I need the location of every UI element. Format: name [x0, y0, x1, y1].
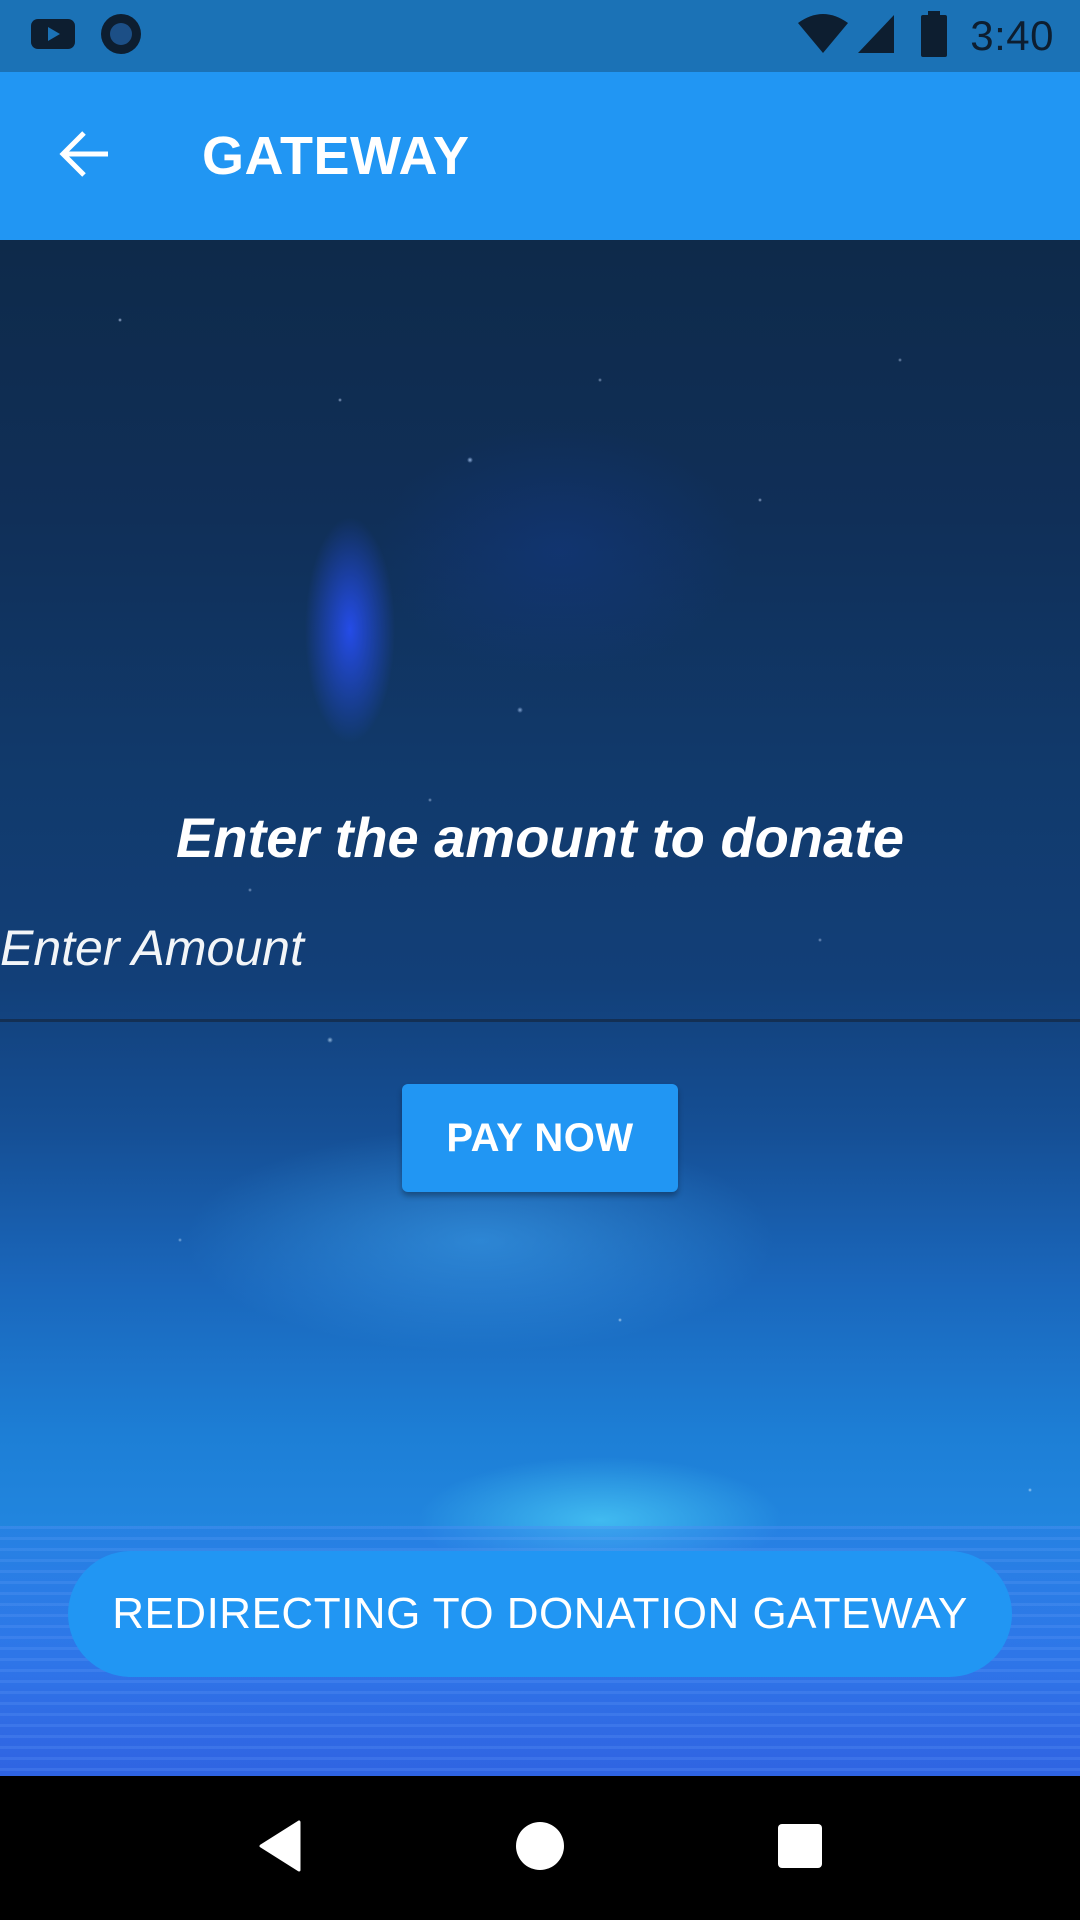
- wifi-icon: [796, 13, 850, 60]
- home-circle-icon: [515, 1821, 565, 1876]
- status-bar: 3:40: [0, 0, 1080, 72]
- redirect-toast: REDIRECTING TO DONATION GATEWAY: [68, 1551, 1012, 1677]
- pay-now-button[interactable]: PAY NOW: [402, 1084, 678, 1192]
- amount-input[interactable]: [0, 900, 1080, 1022]
- navigation-bar: [0, 1776, 1080, 1920]
- nav-back-button[interactable]: [225, 1793, 335, 1903]
- status-time: 3:40: [970, 12, 1054, 59]
- recents-square-icon: [777, 1823, 823, 1874]
- app-bar: GATEWAY: [0, 72, 1080, 240]
- youtube-icon: [30, 17, 76, 56]
- back-triangle-icon: [257, 1820, 303, 1877]
- arrow-back-icon: [58, 127, 112, 186]
- battery-icon: [920, 10, 948, 62]
- donate-prompt: Enter the amount to donate: [176, 806, 904, 869]
- toast-message: REDIRECTING TO DONATION GATEWAY: [112, 1589, 968, 1638]
- circle-app-icon: [98, 11, 144, 62]
- nav-home-button[interactable]: [485, 1793, 595, 1903]
- page-title: GATEWAY: [202, 126, 470, 186]
- content-background: Enter the amount to donate PAY NOW REDIR…: [0, 240, 1080, 1776]
- signal-icon: [854, 13, 898, 60]
- nav-recents-button[interactable]: [745, 1793, 855, 1903]
- gateway-screen: 3:40 GATEWAY Enter the amount to donate …: [0, 0, 1080, 1920]
- back-button[interactable]: [30, 101, 140, 211]
